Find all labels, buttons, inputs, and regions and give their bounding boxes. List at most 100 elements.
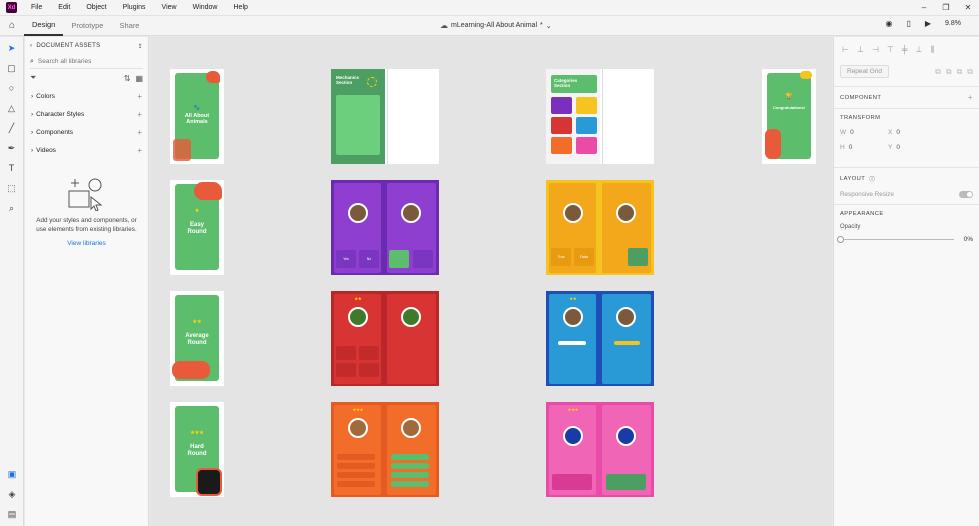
width-field[interactable]: 0: [850, 129, 854, 136]
no-button[interactable]: No: [359, 250, 379, 268]
x-field[interactable]: 0: [896, 129, 900, 136]
category-orange[interactable]: [551, 137, 572, 154]
answer-input[interactable]: [552, 474, 592, 490]
align-right-icon[interactable]: ⊣: [872, 45, 879, 55]
distribute-icon[interactable]: ⫼: [931, 45, 935, 55]
select-tool-icon[interactable]: ➤: [8, 43, 16, 54]
option-d[interactable]: [337, 481, 375, 487]
option-b[interactable]: [337, 463, 375, 469]
close-icon[interactable]: ✕: [957, 3, 979, 12]
plugins-icon[interactable]: ▤: [8, 509, 17, 520]
filter-icon[interactable]: ⏷: [30, 73, 36, 83]
pen-tool-icon[interactable]: ✒: [8, 143, 16, 154]
opacity-slider[interactable]: [837, 236, 954, 243]
rectangle-tool-icon[interactable]: ▢: [7, 63, 16, 74]
menu-object[interactable]: Object: [78, 4, 114, 11]
share-icon[interactable]: ⇪: [138, 43, 143, 50]
grid-view-icon[interactable]: ▦: [135, 74, 143, 83]
option-c[interactable]: [336, 363, 356, 377]
category-purple[interactable]: [551, 97, 572, 114]
zoom-level[interactable]: 9.8%: [945, 20, 961, 27]
menu-window[interactable]: Window: [185, 4, 226, 11]
artboard-mechanics[interactable]: Mechanics Section: [331, 69, 439, 164]
artboard-easy-questions[interactable]: Yes No: [331, 180, 439, 275]
section-components[interactable]: › Components +: [25, 123, 148, 141]
true-button[interactable]: True: [551, 248, 571, 266]
align-left-icon[interactable]: ⊢: [842, 45, 849, 55]
artboard-easy[interactable]: ★ Easy Round: [170, 180, 224, 275]
add-icon[interactable]: +: [137, 128, 142, 137]
menu-help[interactable]: Help: [226, 4, 256, 11]
option-d[interactable]: [359, 363, 379, 377]
align-middle-icon[interactable]: ╪: [902, 45, 908, 55]
text-tool-icon[interactable]: T: [9, 163, 15, 174]
responsive-resize-toggle[interactable]: [959, 191, 973, 198]
intersect-icon[interactable]: ⧉: [957, 67, 963, 77]
assets-panel-icon[interactable]: ▣: [8, 469, 17, 480]
device-preview-icon[interactable]: ▯: [906, 19, 910, 28]
menu-plugins[interactable]: Plugins: [115, 4, 154, 11]
chevron-down-icon[interactable]: ⌄: [546, 22, 552, 30]
category-pink[interactable]: [576, 137, 597, 154]
slider-handle[interactable]: [837, 236, 844, 243]
artboard-yellow-questions[interactable]: True False: [546, 180, 654, 275]
add-component-icon[interactable]: +: [968, 93, 973, 102]
category-red[interactable]: [551, 117, 572, 134]
option-b[interactable]: [359, 346, 379, 360]
home-icon[interactable]: ⌂: [0, 20, 24, 31]
search-input[interactable]: [37, 58, 143, 65]
category-yellow[interactable]: [576, 97, 597, 114]
category-blue[interactable]: [576, 117, 597, 134]
answer-input[interactable]: [558, 341, 586, 345]
artboard-congratulations[interactable]: 🏆 Congratulations!: [762, 69, 816, 164]
artboard-tool-icon[interactable]: ⬚: [7, 183, 16, 194]
tab-design[interactable]: Design: [24, 16, 64, 36]
layers-icon[interactable]: ◈: [9, 489, 16, 500]
tab-prototype[interactable]: Prototype: [63, 16, 111, 36]
height-field[interactable]: 0: [849, 144, 853, 151]
subtract-icon[interactable]: ⧉: [946, 67, 952, 77]
sort-icon[interactable]: ⇅: [124, 74, 131, 83]
artboard-average[interactable]: ★★ Average Round: [170, 291, 224, 386]
info-icon[interactable]: ⓘ: [869, 174, 875, 183]
design-canvas[interactable]: 🐾 All About Animals ★ Easy Round ★★ Aver…: [150, 37, 832, 526]
option-a[interactable]: [337, 454, 375, 460]
exclude-icon[interactable]: ⧉: [967, 67, 973, 77]
document-title[interactable]: ☁ mLearning-All About Animal * ⌄: [440, 21, 552, 30]
view-libraries-link[interactable]: View libraries: [25, 240, 148, 247]
section-videos[interactable]: › Videos +: [25, 141, 148, 159]
option-a[interactable]: [336, 346, 356, 360]
section-character-styles[interactable]: › Character Styles +: [25, 105, 148, 123]
restore-icon[interactable]: ❐: [935, 3, 957, 12]
artboard-blue-questions[interactable]: ★★: [546, 291, 654, 386]
play-icon[interactable]: ▶: [925, 19, 931, 28]
add-union-icon[interactable]: ⧉: [935, 67, 941, 77]
ellipse-tool-icon[interactable]: ○: [9, 83, 14, 94]
y-field[interactable]: 0: [896, 144, 900, 151]
yes-button[interactable]: Yes: [336, 250, 356, 268]
menu-view[interactable]: View: [154, 4, 185, 11]
artboard-hard-questions[interactable]: ★★★: [331, 402, 439, 497]
tab-share[interactable]: Share: [111, 16, 147, 36]
option-c[interactable]: [337, 472, 375, 478]
align-top-icon[interactable]: ⊤: [887, 45, 894, 55]
user-icon[interactable]: ◉: [885, 19, 892, 28]
artboard-hard[interactable]: ★★★ Hard Round: [170, 402, 224, 497]
minimize-icon[interactable]: –: [913, 3, 935, 12]
line-tool-icon[interactable]: ╱: [9, 123, 14, 134]
add-icon[interactable]: +: [137, 92, 142, 101]
menu-edit[interactable]: Edit: [50, 4, 78, 11]
align-center-icon[interactable]: ⊥: [857, 45, 864, 55]
artboard-pink-questions[interactable]: ★★★: [546, 402, 654, 497]
artboard-intro[interactable]: 🐾 All About Animals: [170, 69, 224, 164]
false-button[interactable]: False: [574, 248, 594, 266]
chevron-left-icon[interactable]: ‹: [30, 43, 32, 49]
add-icon[interactable]: +: [137, 146, 142, 155]
menu-file[interactable]: File: [23, 4, 50, 11]
polygon-tool-icon[interactable]: △: [8, 103, 15, 114]
artboard-categories[interactable]: Categories Section: [546, 69, 654, 164]
opacity-value[interactable]: 0%: [964, 236, 973, 243]
repeat-grid-button[interactable]: Repeat Grid: [840, 65, 890, 78]
section-colors[interactable]: › Colors +: [25, 87, 148, 105]
align-bottom-icon[interactable]: ⊥: [916, 45, 923, 55]
